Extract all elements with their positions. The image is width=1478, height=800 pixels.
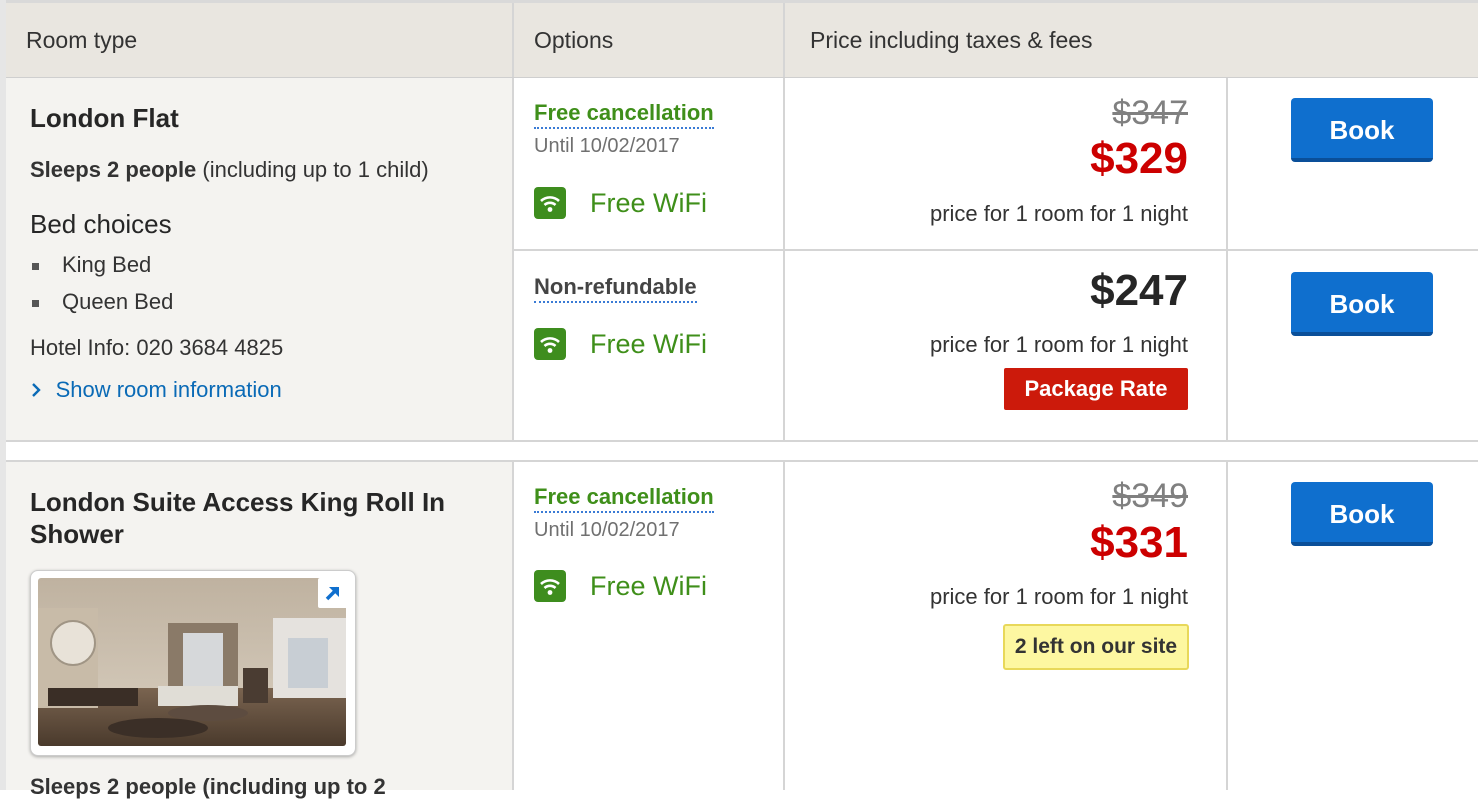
row-divider — [6, 440, 1478, 442]
wifi-icon — [534, 187, 566, 219]
column-divider — [783, 462, 785, 790]
room-photo-thumbnail[interactable] — [30, 570, 356, 756]
amenity-label: Free WiFi — [590, 329, 707, 359]
non-refundable-label[interactable]: Non-refundable — [534, 274, 697, 303]
discounted-price: $331 — [1090, 518, 1188, 567]
room-occupancy: Sleeps 2 people (including up to 2 — [30, 774, 386, 799]
show-room-information-link[interactable]: Show room information — [30, 377, 282, 403]
header-price: Price including taxes & fees — [810, 27, 1093, 53]
book-button[interactable]: Book — [1291, 98, 1433, 162]
option-divider — [512, 249, 1478, 251]
column-divider — [1226, 462, 1228, 790]
bed-choices-title: Bed choices — [30, 209, 172, 239]
show-room-information-label: Show room information — [55, 377, 282, 402]
room-occupancy-count: Sleeps 2 people — [30, 157, 197, 182]
price-description: price for 1 room for 1 night — [929, 201, 1188, 226]
package-rate-badge: Package Rate — [1004, 368, 1188, 410]
room-occupancy-detail: (including up to 1 child) — [196, 157, 429, 182]
room-title: London Suite Access King Roll In Shower — [30, 487, 446, 549]
column-divider — [512, 78, 514, 442]
bed-choice-item: King Bed — [30, 252, 151, 278]
column-divider — [512, 462, 514, 790]
header-room-type: Room type — [26, 27, 138, 53]
room-photo — [38, 578, 346, 746]
cancellation-until-date: Until 10/02/2017 — [534, 135, 680, 157]
amenity-label: Free WiFi — [590, 188, 707, 218]
room-occupancy: Sleeps 2 people (including up to 1 child… — [30, 157, 429, 183]
wifi-icon — [534, 570, 566, 602]
header-divider — [512, 3, 514, 77]
discounted-price: $329 — [1090, 134, 1188, 183]
column-divider — [783, 78, 785, 442]
table-header: Room type Options Price including taxes … — [6, 3, 1478, 78]
book-button[interactable]: Book — [1291, 482, 1433, 546]
header-divider — [783, 3, 785, 77]
room-title: London Flat — [30, 103, 179, 133]
amenity-label: Free WiFi — [590, 571, 707, 601]
expand-arrow-icon[interactable] — [318, 578, 348, 608]
free-cancellation-label[interactable]: Free cancellation — [534, 484, 714, 513]
bed-choice-item: Queen Bed — [30, 289, 173, 315]
room-price: $247 — [1090, 266, 1188, 315]
chevron-right-icon — [30, 380, 48, 402]
wifi-icon — [534, 328, 566, 360]
availability-badge: 2 left on our site — [1003, 624, 1189, 670]
header-options: Options — [534, 27, 614, 53]
price-description: price for 1 room for 1 night — [929, 332, 1188, 357]
hotel-info-phone: Hotel Info: 020 3684 4825 — [30, 335, 284, 360]
column-divider — [1226, 78, 1228, 442]
price-description: price for 1 room for 1 night — [929, 584, 1188, 609]
book-button[interactable]: Book — [1291, 272, 1433, 336]
cancellation-until-date: Until 10/02/2017 — [534, 519, 680, 541]
original-price: $347 — [1112, 94, 1188, 132]
original-price: $349 — [1112, 477, 1188, 515]
free-cancellation-label[interactable]: Free cancellation — [534, 100, 714, 129]
